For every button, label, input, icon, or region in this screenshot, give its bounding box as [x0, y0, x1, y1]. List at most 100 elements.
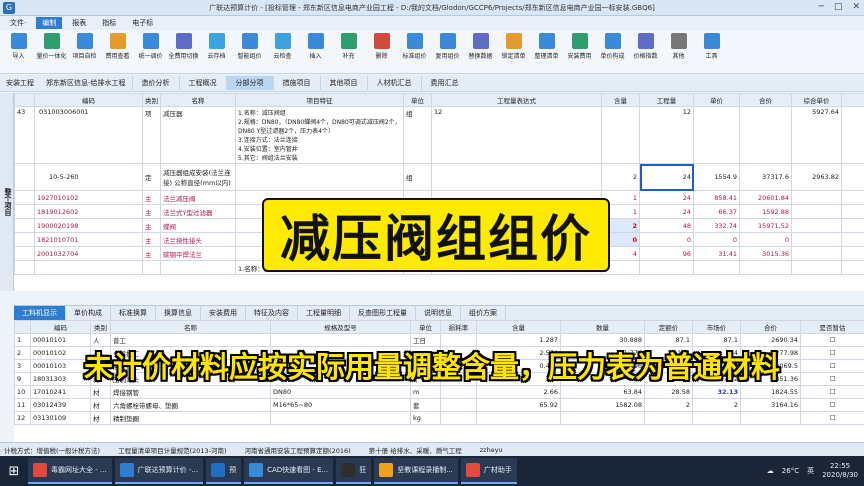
cell-no[interactable]: 12 — [14, 411, 31, 425]
cell-code[interactable]: 10-5-260 — [34, 163, 143, 191]
cell-no[interactable] — [14, 260, 35, 275]
toolbar-button-21[interactable]: 工具 — [695, 30, 728, 73]
cell-no[interactable] — [14, 163, 35, 191]
taskbar-app-0[interactable]: 毒霸网址大全 - ... — [28, 458, 112, 484]
tab-0[interactable]: 造价分析 — [131, 76, 179, 90]
cell-loss[interactable] — [440, 385, 477, 399]
cell-total[interactable]: 3164.16 — [740, 398, 801, 412]
column-header[interactable]: 单位 — [403, 93, 432, 107]
cell-code[interactable] — [34, 260, 143, 275]
taskbar-app-3[interactable]: CAD快速看图 - E... — [244, 458, 334, 484]
cell-base[interactable] — [644, 411, 693, 425]
detail-tab-0[interactable]: 工料机显示 — [14, 306, 66, 320]
table-row[interactable]: 43 031003006001 项减压器 1.名称：减压阀组 2.规格：DN80，（D… — [14, 106, 864, 164]
cell-code[interactable]: 03130109 — [30, 411, 91, 425]
toolbar-button-16[interactable]: 整理清单 — [530, 30, 563, 73]
cell-composite[interactable] — [791, 218, 842, 233]
cell-content[interactable]: 2 — [601, 163, 640, 191]
cell-price[interactable]: 0 — [693, 232, 740, 247]
cell-price[interactable] — [693, 106, 740, 164]
cell-unit[interactable]: 组 — [403, 163, 432, 191]
cell-qty[interactable]: 24 — [639, 204, 694, 219]
cell-composite[interactable] — [791, 232, 842, 247]
detail-tab-1[interactable]: 单价构成 — [66, 306, 111, 320]
cell-unit[interactable]: 组 — [403, 106, 432, 164]
toolbar-button-15[interactable]: 锁定清单 — [497, 30, 530, 73]
cell-total[interactable]: 0 — [739, 232, 792, 247]
cell-name[interactable]: 法兰式Y型过滤器 — [160, 204, 236, 219]
toolbar-button-18[interactable]: 单价构成 — [596, 30, 629, 73]
column-header[interactable]: 类别 — [142, 93, 161, 107]
close-icon[interactable]: ✕ — [852, 2, 860, 12]
clock[interactable]: 22:55 2020/8/30 — [822, 462, 858, 480]
cell-type[interactable]: 主 — [142, 204, 161, 219]
cell-name[interactable]: 碳钢平焊法兰 — [160, 246, 236, 261]
taskbar-app-6[interactable]: 广材助手 — [460, 458, 517, 484]
cell-type[interactable] — [142, 260, 161, 275]
cell-total[interactable]: 37317.6 — [739, 163, 792, 191]
table-row[interactable]: 12 03130109 材精制垫圈 kg ☐ — [14, 411, 864, 425]
menu-item-4[interactable]: 电子标 — [126, 17, 159, 29]
cell-name[interactable]: 蝶阀 — [160, 218, 236, 233]
detail-tab-4[interactable]: 安装费用 — [201, 306, 246, 320]
column-header[interactable] — [14, 320, 31, 334]
cell-code[interactable]: 1900020198 — [34, 218, 143, 233]
cell-content[interactable] — [476, 411, 561, 425]
cell-composite[interactable] — [791, 246, 842, 261]
cell-content[interactable] — [601, 106, 640, 164]
cell-qty[interactable]: 24 — [639, 190, 694, 205]
column-header[interactable]: 含量 — [476, 320, 561, 334]
toolbar-button-4[interactable]: 统一调价 — [134, 30, 167, 73]
cell-spec[interactable]: M16*65~80 — [270, 398, 411, 412]
breadcrumb-1[interactable]: 郑东新区信息-给排水工程 — [40, 78, 132, 88]
cell-expr[interactable] — [431, 163, 602, 191]
cell-market[interactable]: 32.13 — [692, 385, 741, 399]
cell-expr[interactable]: 12 — [431, 106, 602, 164]
cell-price[interactable]: 1554.9 — [693, 163, 740, 191]
cell-qty[interactable]: 63.84 — [560, 385, 645, 399]
column-header[interactable]: 工程量表达式 — [431, 93, 602, 107]
cell-total[interactable]: 1824.55 — [740, 385, 801, 399]
column-header[interactable]: 类别 — [90, 320, 111, 334]
cell-unit[interactable]: kg — [410, 411, 441, 425]
detail-tab-5[interactable]: 特征及内容 — [246, 306, 298, 320]
cell-name[interactable]: 精制垫圈 — [110, 411, 271, 425]
cell-content[interactable]: 2.66 — [476, 385, 561, 399]
menu-item-3[interactable]: 指标 — [96, 17, 122, 29]
taskbar-app-1[interactable]: 广联达预算计价 -... — [114, 458, 204, 484]
detail-tab-8[interactable]: 说明信息 — [416, 306, 461, 320]
weather-icon[interactable]: ☁ — [767, 467, 774, 475]
taskbar-app-4[interactable]: 狂 — [336, 458, 372, 484]
table-row[interactable]: 10-5-260 定减压器组成安装(法兰连接) 公称直径(mm以内) 组 2 24 155… — [14, 163, 864, 191]
detail-tab-7[interactable]: 反查图形工程量 — [350, 306, 416, 320]
cell-no[interactable] — [14, 190, 35, 205]
cell-total[interactable] — [740, 411, 801, 425]
toolbar-button-2[interactable]: 项目自检 — [68, 30, 101, 73]
cell-name[interactable]: 法兰减压阀 — [160, 190, 236, 205]
toolbar-button-0[interactable]: 导入 — [2, 30, 35, 73]
toolbar-button-11[interactable]: 删除 — [365, 30, 398, 73]
menu-item-2[interactable]: 报表 — [66, 17, 92, 29]
menu-item-0[interactable]: 文件· — [4, 17, 32, 29]
cell-market[interactable]: 2 — [692, 398, 741, 412]
cell-name[interactable] — [160, 260, 236, 275]
cell-loss[interactable] — [440, 398, 477, 412]
cell-type[interactable]: 定 — [142, 163, 161, 191]
cell-type[interactable]: 材 — [90, 411, 111, 425]
column-header[interactable]: 定额价 — [644, 320, 693, 334]
tab-1[interactable]: 工程概况 — [178, 76, 226, 90]
column-header[interactable]: 工程量 — [639, 93, 694, 107]
cell-total[interactable]: 20601.84 — [739, 190, 792, 205]
maximize-icon[interactable]: □ — [834, 2, 843, 12]
cell-qty[interactable]: 0 — [639, 232, 694, 247]
cell-total[interactable]: 3015.36 — [739, 246, 792, 261]
minimize-icon[interactable]: ─ — [819, 2, 824, 12]
taskbar-app-2[interactable]: 预 — [206, 458, 242, 484]
menu-item-1[interactable]: 编制 — [36, 17, 63, 29]
toolbar-button-5[interactable]: 全费用切换 — [167, 30, 200, 73]
cell-price[interactable]: 66.37 — [693, 204, 740, 219]
cell-code[interactable]: 03012439 — [30, 398, 91, 412]
toolbar-button-7[interactable]: 智能组价 — [233, 30, 266, 73]
cell-spec[interactable]: DN80 — [270, 385, 411, 399]
cell-type[interactable]: 主 — [142, 232, 161, 247]
